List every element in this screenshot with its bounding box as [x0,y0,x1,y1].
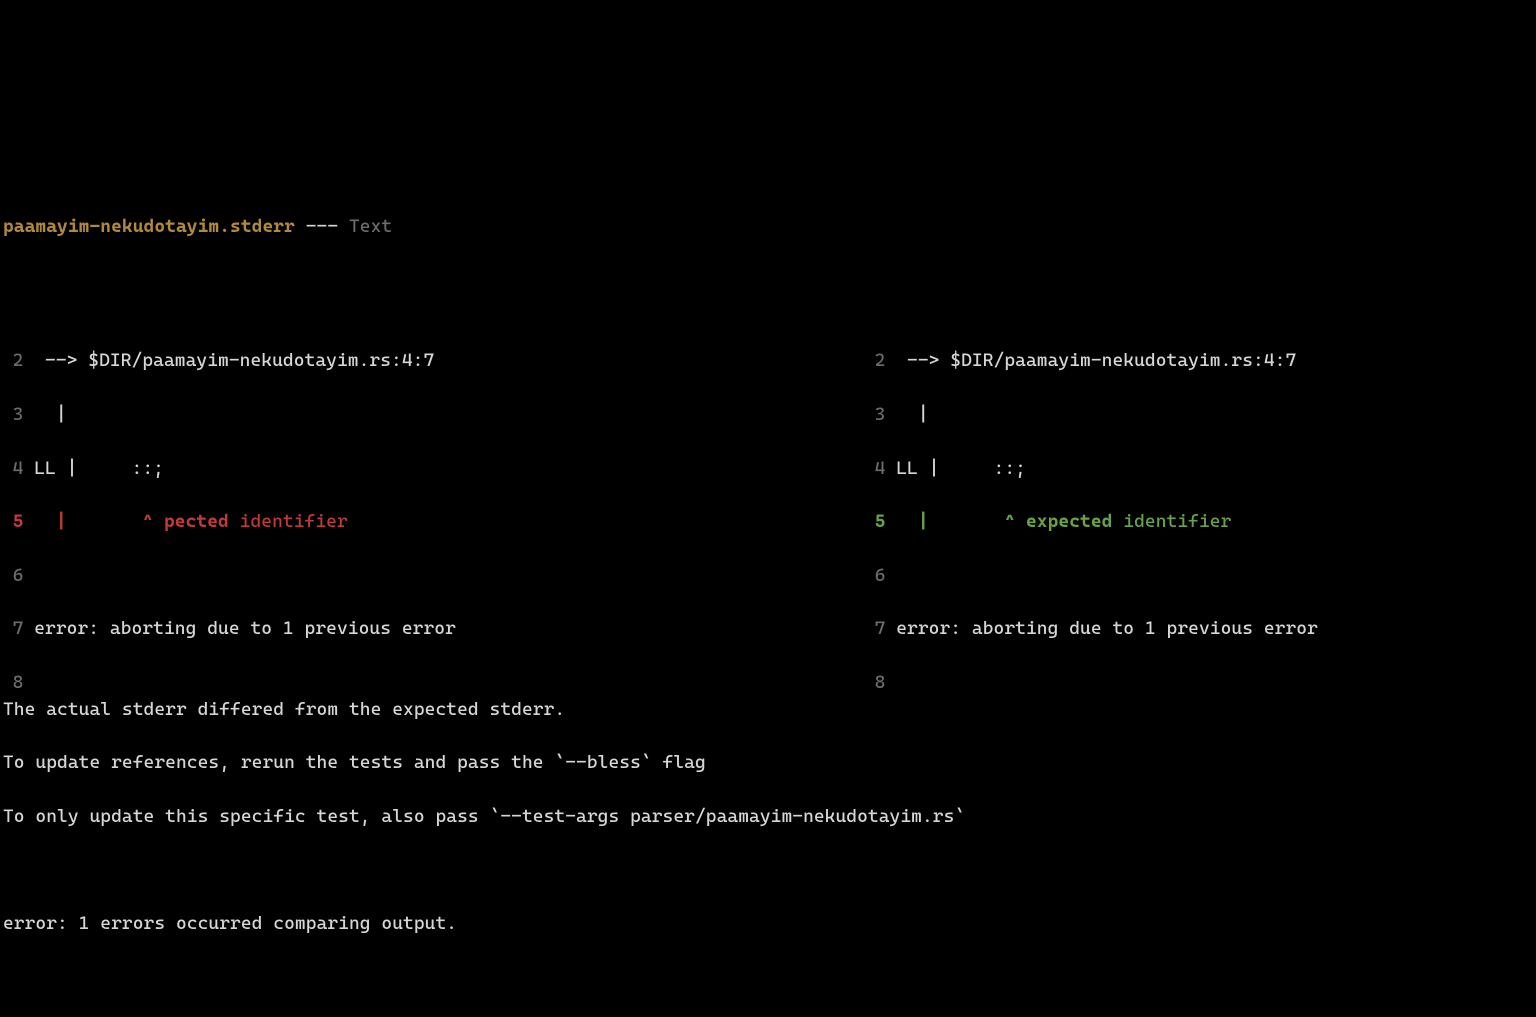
diff1-left: 2 --> $DIR/paamayim-nekudotayim.rs:4:7 3… [0,322,862,751]
blank-line [3,965,1536,992]
blank-line [3,858,1536,885]
lineno: 2 [2,348,23,375]
file-kind: Text [349,216,392,237]
add-pipe: | [885,511,1004,532]
lineno: 7 [2,616,23,643]
code-line: error: aborting due to 1 previous error [23,618,455,639]
add-word: expected [1026,511,1113,532]
lineno: 6 [2,563,23,590]
lineno: 8 [2,670,23,697]
msg-errors-occurred: error: 1 errors occurred comparing outpu… [3,911,1536,938]
msg-update-refs: To update references, rerun the tests an… [3,750,1536,777]
lineno: 4 [864,456,885,483]
code-line: | [23,404,66,425]
diff-block-1: 2 --> $DIR/paamayim-nekudotayim.rs:4:7 3… [0,322,1536,510]
del-caret: ^ [142,511,164,532]
add-rest: identifier [1112,511,1231,532]
lineno: 4 [2,456,23,483]
msg-test-args: To only update this specific test, also … [3,804,1536,831]
code-line: LL | ::; [23,458,164,479]
lineno-add: 5 [864,509,885,536]
code-line: --> $DIR/paamayim-nekudotayim.rs:4:7 [885,350,1296,371]
lineno: 6 [864,563,885,590]
lineno-del: 5 [2,509,23,536]
lineno: 8 [864,670,885,697]
add-caret: ^ [1004,511,1026,532]
code-line: | [885,404,928,425]
code-line: error: aborting due to 1 previous error [885,618,1317,639]
del-word: pected [164,511,229,532]
terminal-diff-view: paamayim-nekudotayim.stderr --- Text 2 -… [0,134,1536,1017]
header-sep: --- [295,216,349,237]
lineno: 7 [864,616,885,643]
code-line: --> $DIR/paamayim-nekudotayim.rs:4:7 [23,350,434,371]
del-pipe: | [23,511,142,532]
file-name-1: paamayim-nekudotayim.stderr [3,216,295,237]
file-header-1: paamayim-nekudotayim.stderr --- Text [3,214,1536,241]
code-line: LL | ::; [885,458,1026,479]
del-rest: identifier [229,511,348,532]
lineno: 3 [2,402,23,429]
lineno: 2 [864,348,885,375]
lineno: 3 [864,402,885,429]
diff1-right: 2 --> $DIR/paamayim-nekudotayim.rs:4:7 3… [862,322,1536,751]
